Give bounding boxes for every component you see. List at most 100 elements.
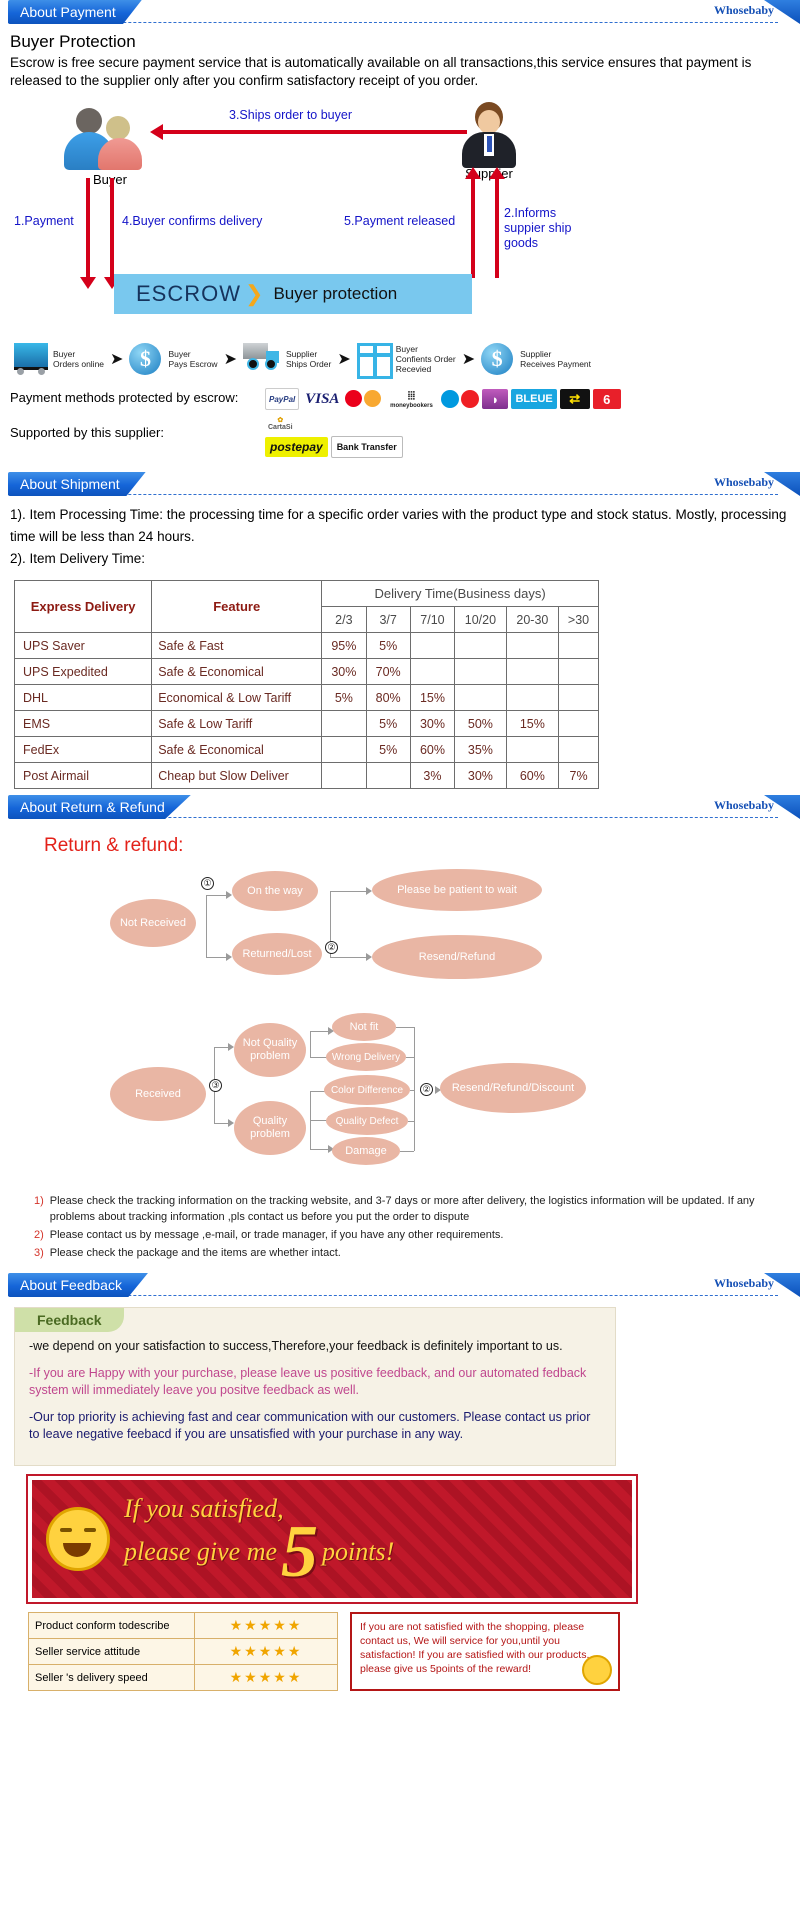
bubble-resend-refund-discount: Resend/Refund/Discount bbox=[440, 1063, 586, 1113]
section-tab-feedback: About Feedback bbox=[8, 1273, 148, 1297]
col-day-7-10: 7/10 bbox=[409, 606, 456, 633]
cell-value bbox=[409, 632, 456, 659]
return-flow-received: Received ③ Not Quality problem Quality p… bbox=[10, 1005, 790, 1185]
carrier-feature: Economical & Low Tariff bbox=[151, 684, 323, 711]
truck-icon bbox=[242, 343, 283, 375]
arrow-buyer-confirms-icon bbox=[104, 178, 120, 289]
banner-big-number: 5 bbox=[281, 1510, 319, 1593]
step-line1: Buyer bbox=[53, 349, 76, 359]
list-item: 1) Please check the tracking information… bbox=[34, 1193, 790, 1225]
arrow-informs-supplier-icon bbox=[489, 167, 505, 278]
section-banner-return: About Return & Refund Whosebaby bbox=[0, 795, 800, 821]
section-tab-payment: About Payment bbox=[8, 0, 142, 24]
escrow-tagline: Buyer protection bbox=[273, 284, 398, 303]
moneybookers-logo-icon: ⦙⦙⦙ moneybookers bbox=[384, 389, 439, 409]
shipment-section: 1). Item Processing Time: the processing… bbox=[0, 498, 800, 789]
chevron-right-icon: ➤ bbox=[461, 351, 476, 368]
cell-value bbox=[365, 762, 411, 789]
supported-by-supplier-label: Supported by this supplier: bbox=[10, 425, 164, 440]
star-rating-icon: ★★★★★ bbox=[194, 1638, 338, 1665]
bubble-not-fit: Not fit bbox=[332, 1013, 396, 1041]
cell-value: 60% bbox=[409, 736, 456, 763]
bubble-resend-refund: Resend/Refund bbox=[372, 935, 542, 979]
bubble-on-the-way: On the way bbox=[232, 871, 318, 911]
note-number: 2) bbox=[34, 1229, 44, 1241]
cell-value: 50% bbox=[454, 710, 507, 737]
cell-value: 5% bbox=[365, 710, 411, 737]
table-row: DHL Economical & Low Tariff 5% 80% 15% bbox=[13, 684, 599, 711]
switch-logo-icon: ⇄ bbox=[559, 389, 590, 409]
arrow-payment-icon bbox=[80, 178, 96, 289]
chevron-right-icon: ➤ bbox=[110, 351, 124, 368]
col-day-3-7: 3/7 bbox=[365, 606, 411, 633]
step-line1: Supplier bbox=[285, 349, 318, 359]
carrier-name: UPS Expedited bbox=[13, 658, 153, 685]
payment-section: Buyer Protection Escrow is free secure p… bbox=[0, 26, 800, 458]
cartasi-label: CartaSi bbox=[268, 423, 293, 431]
banner-points-label: points! bbox=[322, 1536, 395, 1566]
chevron-right-icon: ➤ bbox=[223, 351, 237, 368]
cell-value bbox=[321, 736, 367, 763]
feedback-section: Feedback -we depend on your satisfaction… bbox=[0, 1299, 800, 1701]
ratings-table: Product conform todescribe ★★★★★ Seller … bbox=[28, 1612, 338, 1691]
five-points-banner: If you satisfied, please give me 5 point… bbox=[28, 1476, 636, 1602]
cell-value: 15% bbox=[409, 684, 456, 711]
escrow-word: ESCROW bbox=[136, 281, 241, 306]
feedback-paragraph-3: -Our top priority is achieving fast and … bbox=[29, 1410, 591, 1441]
dollar-coin-icon: $ bbox=[129, 343, 165, 375]
feedback-paragraph-1: -we depend on your satisfaction to succe… bbox=[29, 1339, 563, 1353]
cell-value: 30% bbox=[409, 710, 456, 737]
cell-value bbox=[505, 632, 560, 659]
col-feature: Feature bbox=[151, 580, 323, 633]
return-refund-title: Return & refund: bbox=[44, 835, 184, 856]
rating-label: Seller 's delivery speed bbox=[28, 1664, 195, 1691]
mastercard-logo-icon bbox=[345, 389, 382, 409]
carrier-name: UPS Saver bbox=[13, 632, 153, 659]
step-buyer-orders: Buyer Orders online bbox=[14, 343, 104, 375]
flow-label-informs-supplier: 2.Informs suppier ship goods bbox=[504, 206, 572, 250]
bubble-please-be-patient: Please be patient to wait bbox=[372, 869, 542, 911]
escrow-flow-diagram: Buyer Supplier 3.Ships order to buyer 1.… bbox=[10, 94, 790, 314]
solo-logo-icon: 6 bbox=[592, 389, 621, 409]
step-line2: Ships Order bbox=[285, 359, 332, 369]
cell-value: 95% bbox=[321, 632, 367, 659]
brand-logo-shipment: Whosebaby bbox=[713, 475, 774, 489]
step-line2: Pays Escrow bbox=[168, 359, 218, 369]
cell-value bbox=[505, 684, 560, 711]
buyer-protection-heading: Buyer Protection bbox=[10, 32, 136, 51]
section-tab-return: About Return & Refund bbox=[8, 795, 191, 819]
visa-logo-icon: VISA bbox=[302, 389, 343, 409]
bubble-wrong-delivery: Wrong Delivery bbox=[326, 1043, 406, 1071]
flow-label-buyer-confirms: 4.Buyer confirms delivery bbox=[122, 214, 263, 228]
buyer-avatar-icon bbox=[62, 108, 158, 170]
cartasi-logo-icon: ✿ CartaSi bbox=[265, 413, 296, 433]
section-banner-feedback: About Feedback Whosebaby bbox=[0, 1273, 800, 1299]
banner-line-2: please give me bbox=[124, 1536, 278, 1566]
satisfaction-notice-box: If you are not satisfied with the shoppi… bbox=[350, 1612, 620, 1691]
brand-logo-feedback: Whosebaby bbox=[713, 1276, 774, 1290]
step-supplier-receives-payment: $ Supplier Receives Payment bbox=[481, 343, 591, 375]
col-day-2-3: 2/3 bbox=[321, 606, 367, 633]
star-rating-icon: ★★★★★ bbox=[194, 1664, 338, 1691]
bubble-not-received: Not Received bbox=[110, 899, 196, 947]
ratings-and-notice-row: Product conform todescribe ★★★★★ Seller … bbox=[28, 1612, 800, 1691]
step-buyer-pays-escrow: $ Buyer Pays Escrow bbox=[129, 343, 218, 375]
star-rating-icon: ★★★★★ bbox=[194, 1612, 338, 1639]
bubble-returned-lost: Returned/Lost bbox=[232, 933, 322, 975]
cell-value: 30% bbox=[321, 658, 367, 685]
buyer-protection-body: Escrow is free secure payment service th… bbox=[10, 55, 752, 88]
flow-marker-3: ③ bbox=[209, 1079, 222, 1092]
feedback-paragraph-2: -If you are Happy with your purchase, pl… bbox=[29, 1366, 587, 1397]
cell-value bbox=[558, 684, 599, 711]
table-row: Post Airmail Cheap but Slow Deliver 3% 3… bbox=[13, 762, 599, 789]
carrier-feature: Cheap but Slow Deliver bbox=[151, 762, 323, 789]
list-item: 2) Please contact us by message ,e-mail,… bbox=[34, 1227, 790, 1243]
brand-logo-return: Whosebaby bbox=[713, 798, 774, 812]
escrow-banner: ESCROW ❯ Buyer protection bbox=[114, 274, 472, 314]
note-text: Please contact us by message ,e-mail, or… bbox=[49, 1229, 504, 1241]
carrier-feature: Safe & Fast bbox=[151, 632, 323, 659]
cell-value bbox=[558, 710, 599, 737]
cell-value: 60% bbox=[505, 762, 560, 789]
cell-value bbox=[558, 632, 599, 659]
payment-methods-row: Payment methods protected by escrow: Sup… bbox=[10, 388, 790, 458]
